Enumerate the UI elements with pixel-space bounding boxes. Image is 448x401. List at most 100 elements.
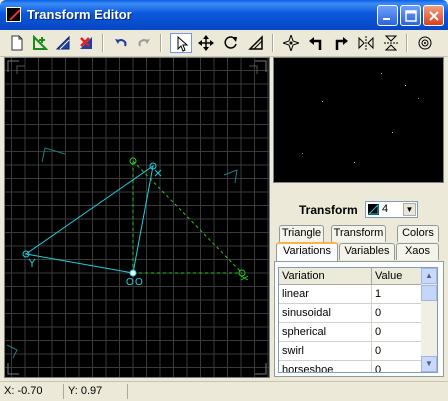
variation-name: spherical [279,323,372,342]
toolbar [0,30,448,57]
status-x-coordinate: X: -0.70 [0,384,64,399]
preview-stars [302,73,419,163]
close-icon [429,11,439,21]
chevron-down-icon: ▼ [405,205,414,214]
duplicate-transform-icon [55,35,70,50]
scale-button[interactable] [245,33,267,53]
triangle-icon [367,203,379,215]
column-header-variation[interactable]: Variation [279,268,372,285]
transform-label: Transform [299,203,358,217]
add-transform-icon [33,35,48,50]
minimize-icon [383,18,390,20]
scroll-down-button[interactable]: ▼ [421,356,437,372]
column-header-value[interactable]: Value [372,268,423,285]
vertex-y-label [28,258,36,267]
preview-button[interactable] [414,33,436,53]
toolbar-separator [272,34,274,52]
variation-value[interactable]: 0 [372,342,423,361]
transform-canvas[interactable]: O O [4,57,270,378]
table-row[interactable]: spherical 0 [279,323,423,342]
variations-scrollbar[interactable]: ▲ ▼ [421,268,437,372]
move-button[interactable] [195,33,217,53]
minimize-button[interactable] [377,5,398,26]
canvas-grid [5,58,269,377]
new-transform-icon [11,35,23,51]
table-row[interactable]: linear 1 [279,285,423,304]
new-transform-button[interactable] [6,33,28,53]
add-transform-button[interactable] [29,33,51,53]
corner-bracket [255,363,267,375]
window-title: Transform Editor [27,7,132,22]
transform-selector-value: 4 [382,203,389,215]
scroll-thumb[interactable] [421,285,437,301]
scale-icon [248,35,263,50]
toolbar-separator [160,34,162,52]
status-bar: X: -0.70 Y: 0.97 [0,381,448,401]
duplicate-transform-button[interactable] [52,33,74,53]
transform-selector-dropdown[interactable]: ▼ [403,203,416,216]
rotate-icon [224,36,237,49]
preview-icon [418,36,432,50]
variation-value[interactable]: 0 [372,361,423,372]
variation-name: linear [279,285,372,304]
rotate-button[interactable] [220,33,242,53]
fractal-preview [273,57,444,183]
scroll-up-button[interactable]: ▲ [421,268,437,284]
other-transform-marker [223,169,238,184]
table-row[interactable]: swirl 0 [279,342,423,361]
vertex-origin-label: O [135,277,143,288]
variation-name: horseshoe [279,361,372,372]
tab-variations[interactable]: Variations [276,242,338,261]
rotate-right-button[interactable] [330,33,352,53]
flip-horizontal-icon [358,36,374,50]
move-icon [198,35,214,51]
tab-transform[interactable]: Transform [331,225,386,242]
transform-canvas-drawing[interactable]: O O [5,58,269,377]
variation-name: sinusoidal [279,304,372,323]
select-pointer-icon [177,36,189,52]
flip-horizontal-button[interactable] [355,33,377,53]
reset-icon [283,35,299,51]
delete-transform-icon [80,37,92,49]
variations-grid[interactable]: Variation Value linear 1 sinusoidal 0 sp… [278,267,438,373]
rotate-left-icon [309,37,322,50]
transform-color-swatch [367,203,379,215]
transform-selector[interactable]: 4 ▼ [365,201,418,218]
transform-editor-window: Transform Editor O O Transform 4 ▼ Trian… [0,0,448,401]
tab-colors[interactable]: Colors [397,225,439,242]
toolbar-separator [406,34,408,52]
chevron-up-icon: ▲ [425,271,433,280]
vertex-origin-label: O [126,277,134,288]
delete-transform-button[interactable] [75,33,97,53]
app-icon [6,7,21,22]
tab-variables[interactable]: Variables [339,243,395,260]
tab-xaos[interactable]: Xaos [396,243,439,260]
table-row[interactable]: horseshoe 0 [279,361,423,372]
rotate-right-icon [335,37,348,50]
reference-x-label [240,275,249,281]
tab-triangle[interactable]: Triangle [279,225,324,242]
other-transform-marker [41,147,66,163]
table-row[interactable]: sinusoidal 0 [279,304,423,323]
undo-button[interactable] [110,33,132,53]
status-y-coordinate: Y: 0.97 [64,384,128,399]
variation-name: swirl [279,342,372,361]
redo-icon [138,39,150,47]
maximize-button[interactable] [400,5,421,26]
undo-icon [115,39,127,47]
variation-value[interactable]: 1 [372,285,423,304]
variation-value[interactable]: 0 [372,304,423,323]
flip-vertical-button[interactable] [380,33,402,53]
vertex-origin-handle[interactable] [129,269,137,277]
redo-button[interactable] [133,33,155,53]
maximize-icon [405,10,417,22]
corner-bracket [7,363,19,375]
reset-button[interactable] [280,33,302,53]
close-button[interactable] [423,5,444,26]
title-bar[interactable]: Transform Editor [0,0,448,30]
variation-value[interactable]: 0 [372,323,423,342]
flip-vertical-icon [384,35,398,51]
rotate-left-button[interactable] [305,33,327,53]
select-pointer-button[interactable] [170,33,192,53]
toolbar-separator [102,34,104,52]
